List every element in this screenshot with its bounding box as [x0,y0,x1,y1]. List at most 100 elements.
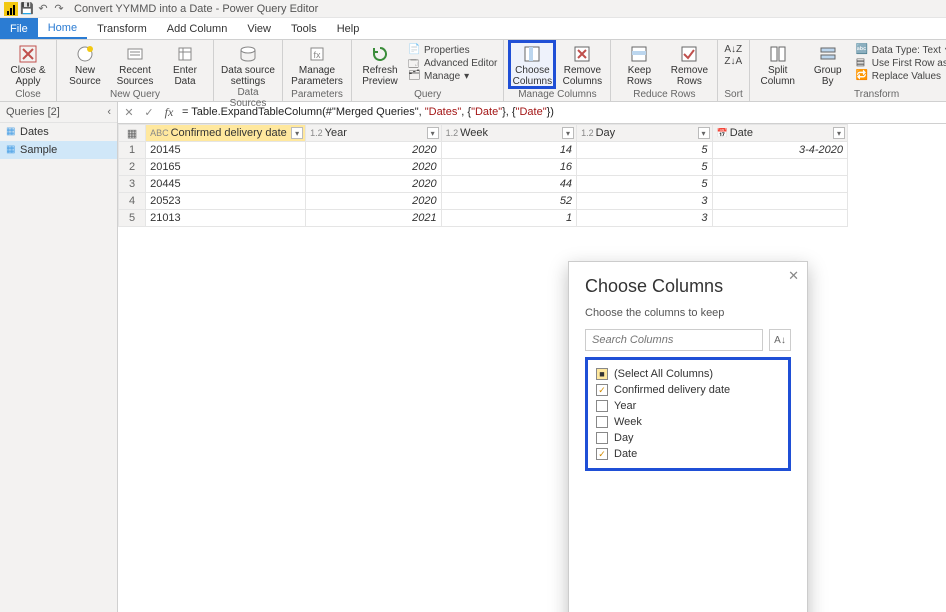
advanced-editor-button[interactable]: 🗔Advanced Editor [408,57,497,69]
new-source-label: New Source [69,65,101,87]
checkbox-icon[interactable]: ✓ [596,448,608,460]
enter-data-button[interactable]: Enter Data [163,42,207,87]
type-num-icon: 1.2 [581,128,594,138]
formula-cancel-icon[interactable]: ✕ [122,106,136,120]
cell-confirmed[interactable]: 20165 [146,159,306,176]
table-row[interactable]: 521013202113 [119,210,848,227]
dialog-close-icon[interactable]: ✕ [788,268,799,284]
cell-confirmed[interactable]: 21013 [146,210,306,227]
data-type-button[interactable]: 🔤Data Type: Text ▾ [856,44,946,56]
cell-date[interactable] [712,210,847,227]
header-week-dropdown[interactable]: ▾ [562,127,574,139]
sort-asc-button[interactable]: A↓Z [724,44,742,55]
cell-date[interactable]: 3-4-2020 [712,142,847,159]
cell-day[interactable]: 5 [577,142,712,159]
group-by-button[interactable]: Group By [806,42,850,87]
redo-icon[interactable]: ↷ [52,2,66,16]
cell-confirmed[interactable]: 20145 [146,142,306,159]
checkbox-icon[interactable]: ■ [596,368,608,380]
dialog-search-input[interactable] [585,329,763,351]
choose-columns-button[interactable]: Choose Columns [510,42,554,87]
manage-button[interactable]: 🗂Manage ▾ [408,70,497,82]
dialog-column-item[interactable]: Week [594,414,782,430]
keep-rows-label: Keep Rows [627,65,652,87]
replace-values-button[interactable]: 🔁Replace Values [856,70,946,82]
recent-sources-button[interactable]: Recent Sources [113,42,157,87]
collapse-queries-icon[interactable]: ‹ [107,106,111,118]
tab-help[interactable]: Help [327,18,370,39]
cell-week[interactable]: 16 [441,159,576,176]
formula-input[interactable]: = Table.ExpandTableColumn(#"Merged Queri… [182,106,942,119]
dialog-sort-button[interactable]: A↓ [769,329,791,351]
tab-tools[interactable]: Tools [281,18,327,39]
cell-confirmed[interactable]: 20445 [146,176,306,193]
remove-rows-button[interactable]: Remove Rows [667,42,711,87]
checkbox-icon[interactable]: ✓ [596,384,608,396]
tab-home[interactable]: Home [38,18,87,39]
dialog-column-item[interactable]: Year [594,398,782,414]
cell-date[interactable] [712,193,847,210]
cell-week[interactable]: 14 [441,142,576,159]
data-source-settings-button[interactable]: Data source settings [220,42,276,87]
header-day-dropdown[interactable]: ▾ [698,127,710,139]
table-icon[interactable]: ▦ [127,128,137,140]
header-confirmed-dropdown[interactable]: ▾ [291,127,303,139]
cell-year[interactable]: 2020 [306,176,441,193]
dialog-column-item[interactable]: ■(Select All Columns) [594,366,782,382]
tab-transform[interactable]: Transform [87,18,157,39]
refresh-preview-button[interactable]: Refresh Preview [358,42,402,87]
cell-year[interactable]: 2020 [306,193,441,210]
cell-day[interactable]: 5 [577,159,712,176]
cell-year[interactable]: 2020 [306,142,441,159]
data-grid[interactable]: ▦ ABCConfirmed delivery date▾ 1.2Year▾ 1… [118,124,946,612]
manage-parameters-button[interactable]: fxManage Parameters [289,42,345,87]
dialog-column-item[interactable]: ✓Confirmed delivery date [594,382,782,398]
split-column-button[interactable]: Split Column [756,42,800,87]
table-row[interactable]: 12014520201453-4-2020 [119,142,848,159]
properties-button[interactable]: 📄Properties [408,44,497,56]
tab-file[interactable]: File [0,18,38,39]
header-confirmed[interactable]: ABCConfirmed delivery date▾ [146,125,306,142]
checkbox-icon[interactable] [596,416,608,428]
header-date-dropdown[interactable]: ▾ [833,127,845,139]
cell-date[interactable] [712,159,847,176]
cell-confirmed[interactable]: 20523 [146,193,306,210]
formula-fx-icon[interactable]: fx [162,106,176,120]
cell-year[interactable]: 2020 [306,159,441,176]
cell-day[interactable]: 3 [577,210,712,227]
header-year[interactable]: 1.2Year▾ [306,125,441,142]
cell-year[interactable]: 2021 [306,210,441,227]
query-item-sample[interactable]: Sample [0,141,117,159]
close-apply-button[interactable]: Close & Apply [6,42,50,87]
query-item-dates[interactable]: Dates [0,123,117,141]
cell-week[interactable]: 44 [441,176,576,193]
queries-header: Queries [2] [6,106,60,118]
dialog-column-item[interactable]: Day [594,430,782,446]
save-icon[interactable]: 💾 [20,2,34,16]
cell-day[interactable]: 3 [577,193,712,210]
formula-confirm-icon[interactable]: ✓ [142,106,156,120]
tab-view[interactable]: View [237,18,281,39]
cell-week[interactable]: 1 [441,210,576,227]
checkbox-icon[interactable] [596,432,608,444]
cell-day[interactable]: 5 [577,176,712,193]
tab-add-column[interactable]: Add Column [157,18,238,39]
header-day[interactable]: 1.2Day▾ [577,125,712,142]
dialog-column-item[interactable]: ✓Date [594,446,782,462]
cell-date[interactable] [712,176,847,193]
first-row-headers-button[interactable]: ▤Use First Row as Headers ▾ [856,57,946,69]
table-row[interactable]: 2201652020165 [119,159,848,176]
header-date[interactable]: 📅Date▾ [712,125,847,142]
undo-icon[interactable]: ↶ [36,2,50,16]
header-week[interactable]: 1.2Week▾ [441,125,576,142]
table-row[interactable]: 4205232020523 [119,193,848,210]
table-row[interactable]: 3204452020445 [119,176,848,193]
remove-columns-button[interactable]: Remove Columns [560,42,604,87]
manage-parameters-icon: fx [307,44,327,64]
cell-week[interactable]: 52 [441,193,576,210]
checkbox-icon[interactable] [596,400,608,412]
keep-rows-button[interactable]: Keep Rows [617,42,661,87]
new-source-button[interactable]: New Source [63,42,107,87]
sort-desc-button[interactable]: Z↓A [724,56,742,67]
header-year-dropdown[interactable]: ▾ [427,127,439,139]
